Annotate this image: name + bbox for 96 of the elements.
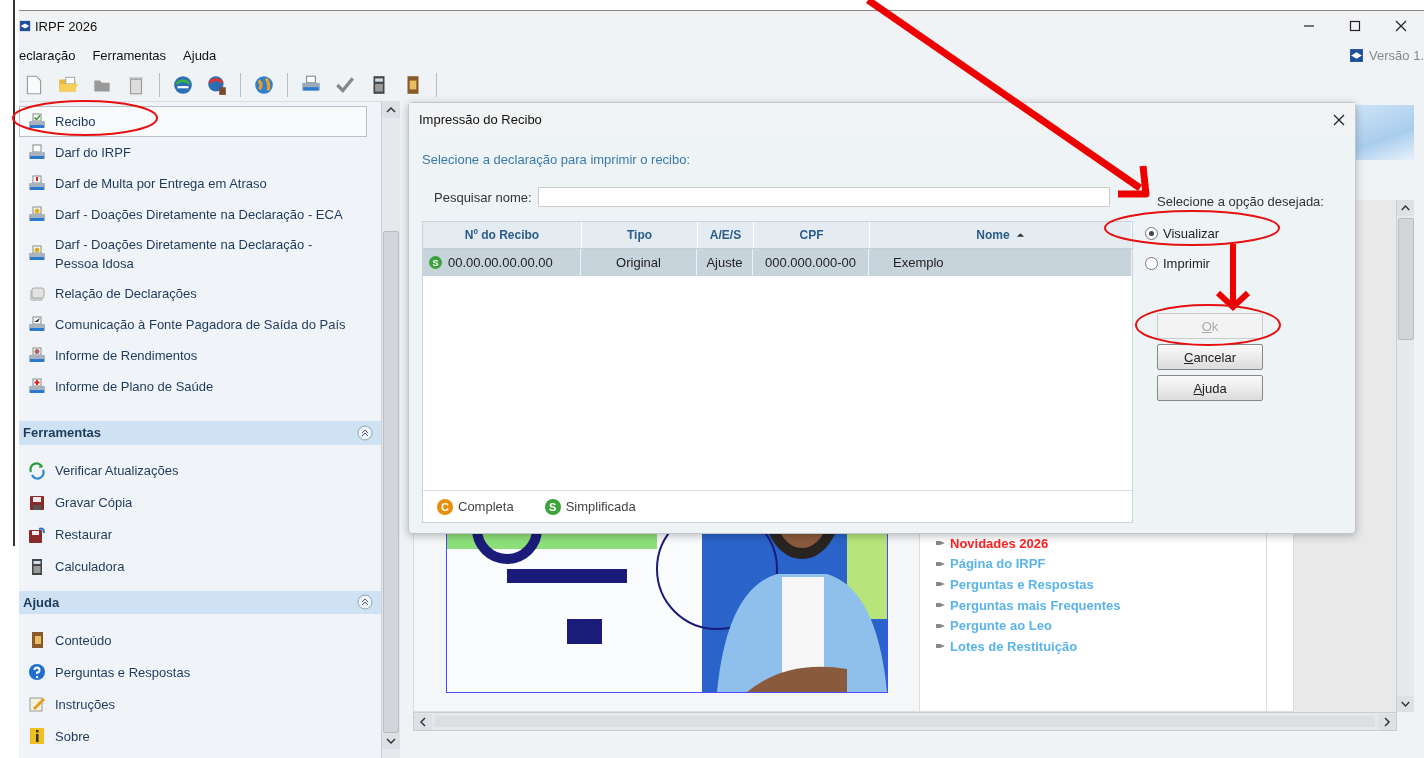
- sidebar-item[interactable]: Darf do IRPF: [19, 137, 367, 168]
- bullet-icon: [936, 622, 946, 629]
- radio-option[interactable]: Visualizar: [1145, 225, 1355, 241]
- version-label: Versão 1.: [1369, 47, 1424, 63]
- column-header[interactable]: Nº do Recibo: [423, 222, 582, 248]
- dialog-title: Impressão do Recibo: [419, 112, 542, 127]
- sidebar-item[interactable]: Restaurar: [19, 518, 367, 551]
- type-badge: S: [544, 498, 561, 515]
- search-field[interactable]: [537, 187, 1110, 207]
- close-icon[interactable]: [1333, 113, 1345, 126]
- type-badge: C: [437, 498, 453, 515]
- globe-icon[interactable]: [253, 74, 275, 96]
- dialog-button[interactable]: Ajuda: [1157, 375, 1263, 401]
- notepad-pencil-icon: [28, 695, 46, 713]
- checkmark-icon[interactable]: [334, 74, 356, 96]
- bullet-icon: [936, 643, 946, 650]
- scrollbar-thumb[interactable]: [383, 231, 399, 733]
- scroll-right-icon[interactable]: [1378, 713, 1396, 730]
- column-header[interactable]: CPF: [754, 222, 870, 248]
- scroll-down-icon[interactable]: [1397, 696, 1414, 712]
- bullet-icon: [936, 560, 946, 567]
- vertical-scrollbar[interactable]: [381, 102, 400, 758]
- printer-icon: [28, 143, 46, 162]
- maximize-icon[interactable]: [1349, 20, 1361, 32]
- legend-label: Completa: [458, 499, 514, 514]
- sidebar-item[interactable]: Relação de Declarações: [19, 278, 367, 309]
- printer-icon: [28, 205, 46, 224]
- dialog-button[interactable]: Cancelar: [1157, 344, 1263, 370]
- refresh-icon: [28, 461, 46, 480]
- scroll-up-icon[interactable]: [382, 102, 400, 118]
- vertical-scrollbar[interactable]: [1396, 200, 1414, 712]
- document-stack-icon: [28, 284, 46, 303]
- help-icon: [28, 663, 46, 681]
- menu-item[interactable]: Ferramentas: [92, 47, 167, 63]
- bullet-icon: [936, 602, 946, 609]
- window-title: IRPF 2026: [35, 18, 98, 34]
- instruction-text: Selecione a declaração para imprimir o recibo:: [422, 152, 692, 167]
- section-header[interactable]: Ferramentas: [19, 421, 381, 445]
- sidebar-item[interactable]: Recibo: [19, 106, 367, 137]
- printer-icon: [28, 315, 46, 334]
- sidebar-item[interactable]: Darf de Multa por Entrega em Atraso: [19, 168, 367, 199]
- sidebar-item[interactable]: Verificar Atualizações: [19, 454, 367, 487]
- printer-icon: [28, 174, 46, 193]
- options-title: Selecione a opção desejada:: [1157, 194, 1325, 209]
- radio-option[interactable]: Imprimir: [1145, 255, 1355, 271]
- sort-ascending-icon: [1015, 232, 1025, 238]
- info-icon: [28, 727, 46, 745]
- sidebar-item[interactable]: Darf - Doações Diretamente na Declaração - ECA: [19, 199, 367, 230]
- annotation-arrow: [1215, 244, 1251, 312]
- scrollbar-thumb[interactable]: [1397, 218, 1414, 340]
- app-icon: [1349, 47, 1365, 63]
- close-icon[interactable]: [1395, 20, 1407, 32]
- sidebar-item[interactable]: Comunicação à Fonte Pagadora de Saída do País: [19, 309, 367, 340]
- radio-button[interactable]: [1145, 256, 1158, 270]
- table-row[interactable]: S 00.00.00.00.00.00 Original Ajuste 000.000.000-00 Exemplo: [423, 249, 1132, 276]
- menu-item[interactable]: eclaração: [19, 47, 76, 63]
- sidebar-item[interactable]: Sobre: [19, 720, 367, 752]
- column-header[interactable]: Nome: [870, 222, 1132, 248]
- menu-item[interactable]: Ajuda: [183, 47, 217, 63]
- printer-icon: [28, 377, 46, 396]
- app-icon: [19, 20, 31, 32]
- sidebar-item[interactable]: Informe de Plano de Saúde: [19, 371, 367, 402]
- table-cell: Exemplo: [893, 255, 944, 270]
- sidebar-item[interactable]: Darf - Doações Diretamente na Declaração - Pessoa Idosa: [19, 230, 367, 278]
- collapse-icon: [357, 594, 373, 611]
- globe-icon[interactable]: [206, 74, 228, 96]
- scroll-left-icon[interactable]: [414, 713, 432, 730]
- sidebar-item[interactable]: Informe de Rendimentos: [19, 340, 367, 371]
- horizontal-scrollbar[interactable]: [413, 712, 1397, 731]
- sidebar-item[interactable]: Gravar Cópia: [19, 486, 367, 519]
- bullet-icon: [936, 540, 946, 547]
- floppy-disk-icon: [28, 525, 46, 544]
- table-cell: Original: [616, 255, 661, 270]
- table-cell: 000.000.000-00: [764, 255, 857, 270]
- sidebar-item[interactable]: Conteúdo: [19, 624, 367, 656]
- column-header[interactable]: Tipo: [582, 222, 698, 248]
- sidebar-item[interactable]: Calculadora: [19, 550, 367, 583]
- column-header[interactable]: A/E/S: [698, 222, 754, 248]
- scroll-up-icon[interactable]: [1397, 200, 1414, 216]
- printer-icon: [28, 112, 46, 131]
- bullet-icon: [936, 581, 946, 588]
- sidebar-item[interactable]: Instruções: [19, 688, 367, 720]
- table-cell: Ajuste: [706, 255, 743, 270]
- radio-button[interactable]: [1145, 226, 1158, 240]
- link[interactable]: Novidades 2026: [950, 535, 1049, 551]
- section-header[interactable]: Ajuda: [19, 590, 381, 614]
- type-badge: S: [429, 256, 442, 269]
- field-label: Pesquisar nome:: [434, 189, 532, 205]
- legend-label: Simplificada: [565, 499, 636, 514]
- scroll-down-icon[interactable]: [382, 733, 400, 749]
- collapse-icon: [357, 424, 373, 441]
- table-cell: 00.00.00.00.00.00: [448, 255, 553, 270]
- sidebar-item[interactable]: Perguntas e Respostas: [19, 656, 367, 688]
- printer-icon: [28, 346, 46, 365]
- globe-icon[interactable]: [172, 74, 194, 96]
- printer-icon: [28, 245, 46, 263]
